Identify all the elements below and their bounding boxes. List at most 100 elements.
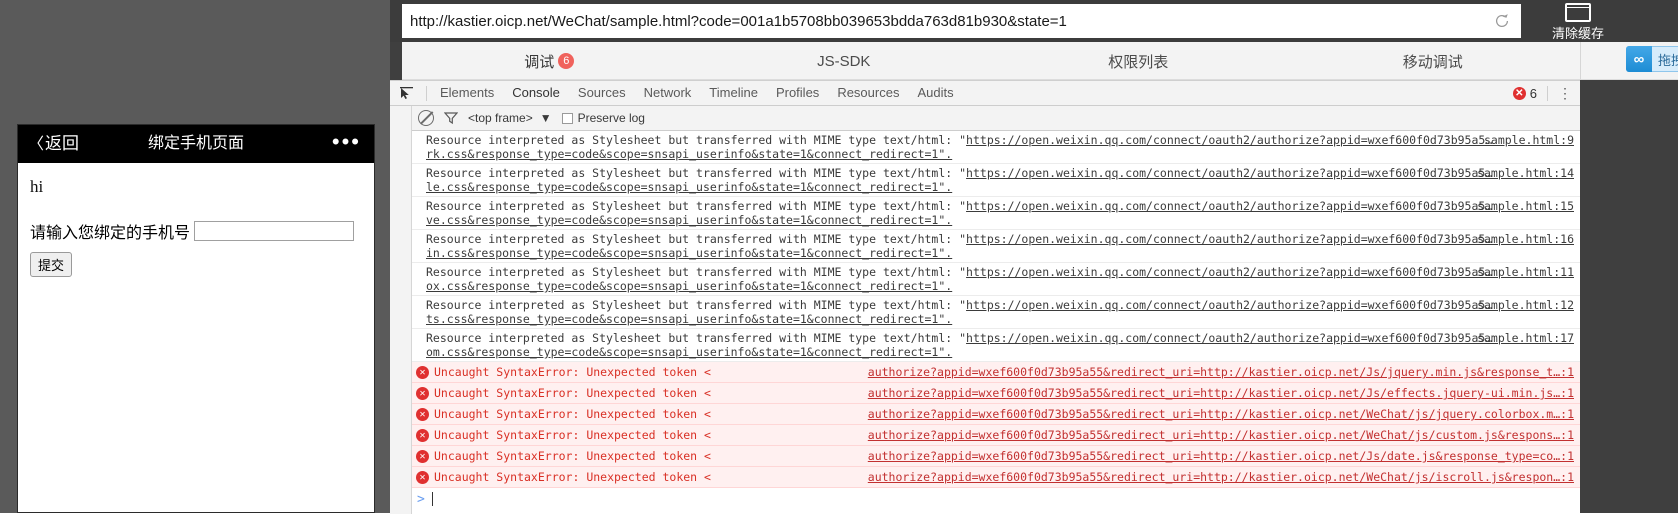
warning-text: Resource interpreted as Stylesheet but t…	[426, 298, 967, 312]
warning-link[interactable]: https://open.weixin.qq.com/connect/oauth…	[966, 199, 1492, 213]
warning-link[interactable]: https://open.weixin.qq.com/connect/oauth…	[966, 133, 1492, 147]
phone-screen: 〈返回 绑定手机页面 ••• hi 请输入您绑定的手机号 提交	[17, 124, 375, 513]
console-message-warning[interactable]: Resource interpreted as Stylesheet but t…	[412, 230, 1580, 263]
console-message-source[interactable]: authorize?appid=wxef600f0d73b95a55&redir…	[868, 448, 1574, 465]
warning-text: Resource interpreted as Stylesheet but t…	[426, 232, 967, 246]
phone-number-input[interactable]	[194, 221, 355, 241]
tab-permission-list[interactable]: 权限列表	[991, 42, 1286, 80]
inspect-cursor-icon[interactable]	[390, 81, 422, 105]
panel-tab-profiles[interactable]: Profiles	[767, 81, 828, 105]
devtools-toolbar: Elements Console Sources Network Timelin…	[390, 81, 1580, 106]
panel-tab-timeline[interactable]: Timeline	[700, 81, 767, 105]
console-message-list[interactable]: Resource interpreted as Stylesheet but t…	[412, 131, 1580, 514]
phone-preview-pane: 〈返回 绑定手机页面 ••• hi 请输入您绑定的手机号 提交	[0, 0, 390, 513]
panel-tab-sources[interactable]: Sources	[569, 81, 635, 105]
console-error-text: Uncaught SyntaxError: Unexpected token <	[434, 365, 711, 379]
tab-permission-list-label: 权限列表	[1108, 53, 1169, 71]
console-message-source[interactable]: sample.html:16	[1477, 232, 1574, 246]
tab-debug[interactable]: 调试 6	[402, 42, 697, 80]
devtools-panel: Elements Console Sources Network Timelin…	[390, 80, 1580, 514]
phone-titlebar: 〈返回 绑定手机页面 •••	[18, 125, 374, 163]
warning-link[interactable]: https://open.weixin.qq.com/connect/oauth…	[966, 331, 1492, 345]
tab-js-sdk-label: JS-SDK	[817, 52, 871, 70]
code-window-icon	[1565, 3, 1591, 22]
console-message-line1: Resource interpreted as Stylesheet but t…	[412, 232, 1580, 246]
console-message-source[interactable]: sample.html:17	[1477, 331, 1574, 345]
console-message-warning[interactable]: Resource interpreted as Stylesheet but t…	[412, 296, 1580, 329]
console-message-line2[interactable]: le.css&response_type=code&scope=snsapi_u…	[412, 180, 1580, 194]
console-message-warning[interactable]: Resource interpreted as Stylesheet but t…	[412, 263, 1580, 296]
warning-link[interactable]: https://open.weixin.qq.com/connect/oauth…	[966, 166, 1492, 180]
console-message-source[interactable]: sample.html:12	[1477, 298, 1574, 312]
clear-cache-button[interactable]: 清除缓存	[1533, 0, 1623, 42]
chevron-down-icon: ▼	[539, 111, 552, 125]
error-count-value: 6	[1529, 85, 1537, 101]
preserve-log-toggle[interactable]: Preserve log	[561, 111, 645, 125]
console-message-source[interactable]: authorize?appid=wxef600f0d73b95a55&redir…	[868, 469, 1574, 486]
url-bar[interactable]: http://kastier.oicp.net/WeChat/sample.ht…	[402, 4, 1521, 38]
console-error-text: Uncaught SyntaxError: Unexpected token <	[434, 407, 711, 421]
console-message-line2[interactable]: ts.css&response_type=code&scope=snsapi_u…	[412, 312, 1580, 326]
console-message-error[interactable]: ✕ Uncaught SyntaxError: Unexpected token…	[412, 425, 1580, 446]
phone-form-row: 请输入您绑定的手机号	[30, 219, 362, 243]
console-message-source[interactable]: sample.html:14	[1477, 166, 1574, 180]
console-message-source[interactable]: sample.html:11	[1477, 265, 1574, 279]
console-message-error[interactable]: ✕ Uncaught SyntaxError: Unexpected token…	[412, 446, 1580, 467]
submit-button[interactable]: 提交	[30, 252, 73, 277]
vertical-dots-icon[interactable]: ⋮	[1558, 86, 1572, 100]
drag-upload-label: 拖拽上传	[1658, 52, 1678, 68]
console-message-line1: Resource interpreted as Stylesheet but t…	[412, 199, 1580, 213]
console-message-source[interactable]: authorize?appid=wxef600f0d73b95a55&redir…	[868, 385, 1574, 402]
console-message-line2[interactable]: om.css&response_type=code&scope=snsapi_u…	[412, 345, 1580, 359]
tab-js-sdk[interactable]: JS-SDK	[697, 42, 992, 80]
error-count-indicator[interactable]: ✕ 6	[1512, 85, 1537, 101]
console-message-warning[interactable]: Resource interpreted as Stylesheet but t…	[412, 164, 1580, 197]
console-message-warning[interactable]: Resource interpreted as Stylesheet but t…	[412, 131, 1580, 164]
warning-link[interactable]: https://open.weixin.qq.com/connect/oauth…	[966, 265, 1492, 279]
error-dot-icon: ✕	[416, 387, 429, 400]
tab-debug-badge: 6	[558, 53, 575, 69]
phone-page-title: 绑定手机页面	[147, 135, 244, 152]
execution-context-selector[interactable]: <top frame> ▼	[468, 111, 552, 125]
error-dot-icon: ✕	[416, 429, 429, 442]
panel-tab-audits[interactable]: Audits	[908, 81, 962, 105]
console-message-line2[interactable]: ox.css&response_type=code&scope=snsapi_u…	[412, 279, 1580, 293]
panel-tab-console[interactable]: Console	[503, 81, 569, 105]
phone-menu-dots-icon[interactable]: •••	[332, 125, 361, 163]
console-prompt[interactable]: >	[412, 488, 1580, 512]
console-message-source[interactable]: sample.html:15	[1477, 199, 1574, 213]
console-message-line1: Resource interpreted as Stylesheet but t…	[412, 166, 1580, 180]
console-message-error[interactable]: ✕ Uncaught SyntaxError: Unexpected token…	[412, 404, 1580, 425]
tab-mobile-debug[interactable]: 移动调试	[1286, 42, 1581, 80]
panel-tab-elements[interactable]: Elements	[431, 81, 503, 105]
panel-tab-resources[interactable]: Resources	[828, 81, 908, 105]
console-message-error[interactable]: ✕ Uncaught SyntaxError: Unexpected token…	[412, 383, 1580, 404]
phone-page-body: hi 请输入您绑定的手机号 提交	[18, 163, 374, 512]
console-message-source[interactable]: authorize?appid=wxef600f0d73b95a55&redir…	[868, 427, 1574, 444]
preserve-log-checkbox[interactable]	[561, 112, 573, 124]
warning-link[interactable]: https://open.weixin.qq.com/connect/oauth…	[966, 298, 1492, 312]
console-error-text: Uncaught SyntaxError: Unexpected token <	[434, 470, 711, 484]
warning-link[interactable]: https://open.weixin.qq.com/connect/oauth…	[966, 232, 1492, 246]
console-message-warning[interactable]: Resource interpreted as Stylesheet but t…	[412, 329, 1580, 362]
console-message-warning[interactable]: Resource interpreted as Stylesheet but t…	[412, 197, 1580, 230]
console-message-source[interactable]: sample.html:9	[1484, 133, 1574, 147]
console-message-line2[interactable]: in.css&response_type=code&scope=snsapi_u…	[412, 246, 1580, 260]
clear-cache-label: 清除缓存	[1551, 26, 1604, 41]
console-message-source[interactable]: authorize?appid=wxef600f0d73b95a55&redir…	[868, 406, 1574, 423]
console-message-line2[interactable]: rk.css&response_type=code&scope=snsapi_u…	[412, 147, 1580, 161]
console-message-line1: Resource interpreted as Stylesheet but t…	[412, 298, 1580, 312]
reload-icon[interactable]	[1493, 12, 1511, 30]
filter-funnel-icon[interactable]	[444, 111, 458, 125]
console-message-error[interactable]: ✕ Uncaught SyntaxError: Unexpected token…	[412, 362, 1580, 383]
debugger-tabstrip: 调试 6 JS-SDK 权限列表 移动调试	[402, 42, 1580, 80]
console-message-line2[interactable]: ve.css&response_type=code&scope=snsapi_u…	[412, 213, 1580, 227]
console-message-error[interactable]: ✕ Uncaught SyntaxError: Unexpected token…	[412, 467, 1580, 488]
console-message-source[interactable]: authorize?appid=wxef600f0d73b95a55&redir…	[868, 364, 1574, 381]
console-message-line1: Resource interpreted as Stylesheet but t…	[412, 331, 1580, 345]
console-error-text: Uncaught SyntaxError: Unexpected token <	[434, 386, 711, 400]
clear-console-icon[interactable]	[418, 110, 434, 126]
devtools-toolbar-right: ✕ 6 ⋮	[1512, 85, 1580, 101]
panel-tab-network[interactable]: Network	[635, 81, 701, 105]
drag-upload-button[interactable]: ∞ 拖拽上传	[1626, 46, 1678, 72]
